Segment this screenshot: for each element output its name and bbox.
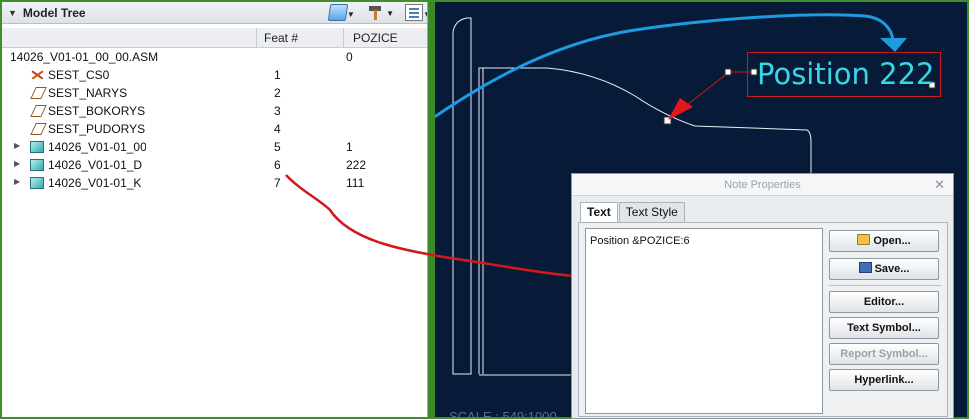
- tree-row[interactable]: SEST_PUDORYS 4: [2, 120, 427, 138]
- tree-row[interactable]: ▶ 14026_V01-01_00 5 1: [2, 138, 427, 156]
- text-tab-panel: Position &POZICE:6 Open... Save... Edito…: [578, 222, 948, 417]
- drawing-outline: [478, 67, 484, 374]
- datum-plane-icon: [30, 87, 47, 99]
- save-button-label: Save...: [874, 263, 910, 275]
- save-disk-icon: [858, 262, 872, 273]
- save-button[interactable]: Save...: [829, 258, 939, 280]
- tree-item-name: SEST_NARYS: [48, 86, 128, 100]
- part-icon: [30, 177, 44, 189]
- tab-text-style[interactable]: Text Style: [618, 202, 685, 222]
- pozice-cell: 1: [346, 140, 353, 154]
- expand-arrow-icon[interactable]: ▶: [14, 177, 20, 186]
- expand-arrow-icon[interactable]: ▶: [14, 141, 20, 150]
- tree-column-header: Feat # POZICE: [2, 28, 427, 48]
- coordinate-system-icon: [30, 69, 44, 81]
- tree-item-name: 14026_V01-01_K: [48, 176, 142, 190]
- pozice-cell: 111: [346, 176, 365, 190]
- tree-item-name: SEST_PUDORYS: [48, 122, 146, 136]
- open-button-label: Open...: [873, 235, 911, 247]
- blue-arrowhead-icon: [880, 38, 907, 52]
- pozice-cell: 222: [346, 158, 367, 172]
- text-symbol-button[interactable]: Text Symbol...: [829, 317, 939, 339]
- column-pozice-header[interactable]: POZICE: [353, 31, 398, 45]
- feat-number-cell: 5: [274, 140, 281, 154]
- feat-number-cell: 3: [274, 104, 281, 118]
- tab-text[interactable]: Text: [580, 202, 618, 223]
- red-arrowhead-icon: [668, 98, 693, 120]
- feat-number-cell: 4: [274, 122, 281, 136]
- model-tree-title: Model Tree: [22, 5, 86, 20]
- hyperlink-button[interactable]: Hyperlink...: [829, 369, 939, 391]
- dialog-title-bar[interactable]: Note Properties ✕: [572, 174, 953, 196]
- dialog-tabs: Text Text Style: [580, 202, 686, 223]
- feat-number-cell: 7: [274, 176, 281, 190]
- expand-arrow-icon[interactable]: ▶: [14, 159, 20, 168]
- tree-row[interactable]: ▶ 14026_V01-01_D 6 222: [2, 156, 427, 174]
- tree-row[interactable]: 14026_V01-01_00_00.ASM 0: [2, 48, 427, 66]
- tree-item-name: SEST_BOKORYS: [48, 104, 146, 118]
- feat-number-cell: 1: [274, 68, 281, 82]
- scale-label: SCALE : 549:1000: [449, 409, 557, 417]
- tree-row[interactable]: SEST_CS0 1: [2, 66, 427, 84]
- folder-open-icon: [857, 234, 871, 245]
- tree-item-name: 14026_V01-01_00: [48, 140, 146, 154]
- column-divider[interactable]: [343, 28, 344, 48]
- open-button[interactable]: Open...: [829, 230, 939, 252]
- report-symbol-button: Report Symbol...: [829, 343, 939, 365]
- show-icon[interactable]: ▼: [327, 4, 355, 21]
- drawing-outline: [452, 17, 472, 375]
- note-properties-dialog: Note Properties ✕ Text Text Style Positi…: [571, 173, 954, 419]
- tree-row[interactable]: ▶ 14026_V01-01_K 7 111: [2, 174, 427, 192]
- editor-button[interactable]: Editor...: [829, 291, 939, 313]
- part-icon: [30, 141, 44, 153]
- tree-item-name: 14026_V01-01_00_00.ASM: [10, 50, 159, 64]
- model-tree-panel: ▼ Model Tree ▼ ▼ ▼ Feat # POZICE 14026_V…: [2, 2, 428, 417]
- pozice-cell: 0: [346, 50, 353, 64]
- leader-handle[interactable]: [724, 68, 732, 76]
- tree-row[interactable]: SEST_BOKORYS 3: [2, 102, 427, 120]
- column-feat-header[interactable]: Feat #: [264, 31, 298, 45]
- button-separator: [829, 285, 941, 286]
- collapse-triangle-icon[interactable]: ▼: [8, 8, 17, 18]
- note-text[interactable]: Position 222: [757, 57, 934, 91]
- feat-number-cell: 2: [274, 86, 281, 100]
- datum-plane-icon: [30, 105, 47, 117]
- settings-tools-icon[interactable]: ▼: [367, 4, 394, 21]
- column-divider[interactable]: [256, 28, 257, 48]
- tree-item-name: 14026_V01-01_D: [48, 158, 143, 172]
- part-icon: [30, 159, 44, 171]
- feat-number-cell: 6: [274, 158, 281, 172]
- datum-plane-icon: [30, 123, 47, 135]
- dialog-title: Note Properties: [724, 179, 801, 191]
- tree-item-name: SEST_CS0: [48, 68, 110, 82]
- tree-row[interactable]: SEST_NARYS 2: [2, 84, 427, 102]
- model-tree-toolbar: ▼ ▼ ▼: [327, 4, 427, 21]
- close-icon[interactable]: ✕: [934, 174, 945, 196]
- tree-columns-icon[interactable]: ▼: [405, 4, 427, 21]
- note-text-editor[interactable]: Position &POZICE:6: [585, 228, 823, 414]
